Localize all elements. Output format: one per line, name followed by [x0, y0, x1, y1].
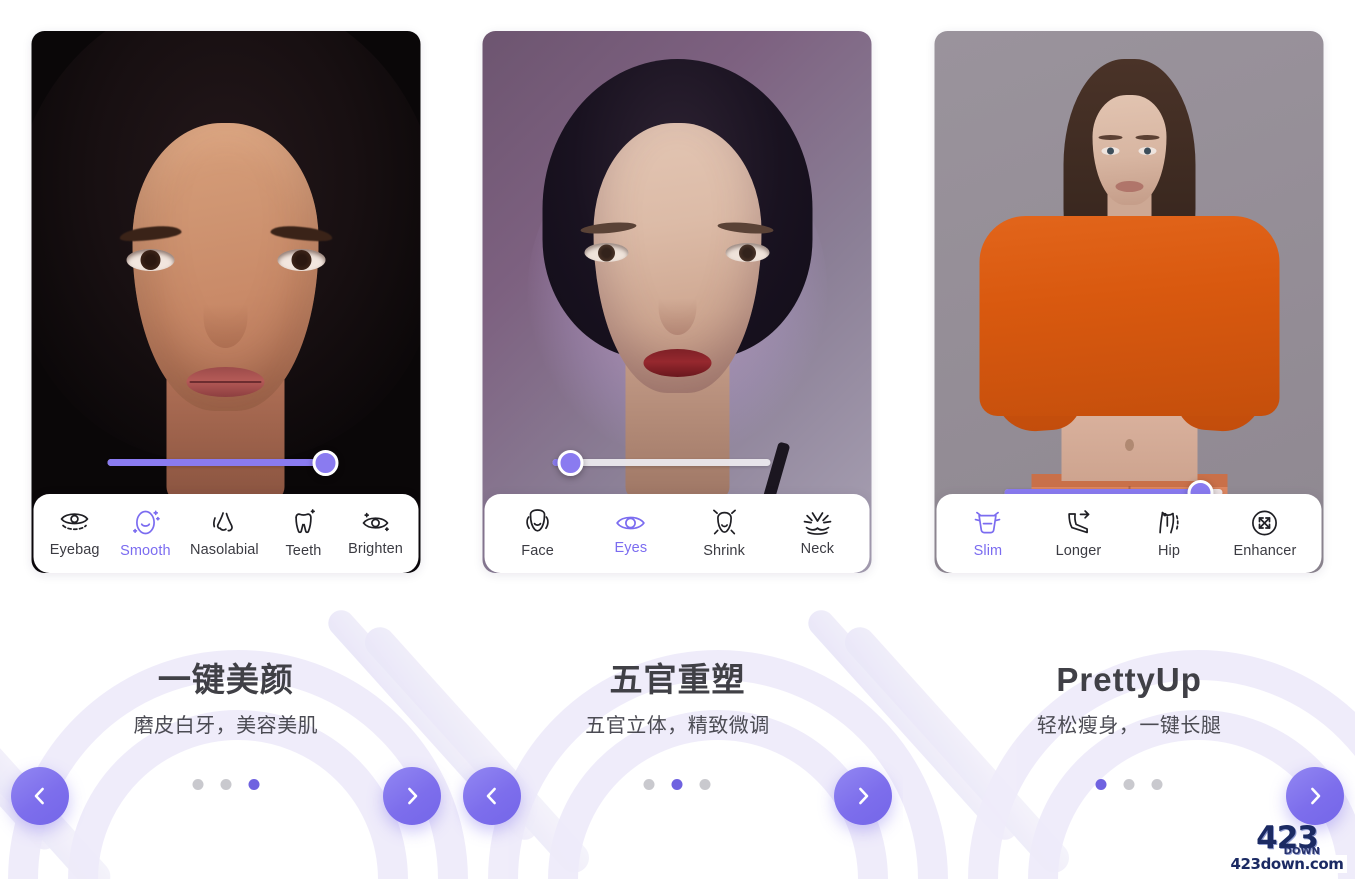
tool-face[interactable]: Face	[512, 508, 564, 559]
tool-slim[interactable]: Slim	[962, 508, 1014, 559]
carousel-dot-1[interactable]	[192, 779, 204, 790]
caption-subtitle: 轻松瘦身，一键长腿	[1036, 714, 1222, 737]
panel-one-tap-beauty: Eyebag Smooth Nasolabial Teeth Brighten …	[0, 0, 452, 879]
caption-title: 五官重塑	[609, 661, 746, 698]
tool-eyebag[interactable]: Eyebag	[49, 509, 101, 558]
panel-content: Slim Longer Hip Enhancer PrettyUp 轻松瘦身，一键长…	[933, 0, 1326, 879]
panel-content: Face Eyes Shrink Neck 五官重塑五官立体，精致微调	[481, 0, 874, 879]
smooth-icon	[128, 508, 162, 538]
panel-carousel: Eyebag Smooth Nasolabial Teeth Brighten …	[0, 0, 1355, 879]
tool-toolbar: Eyebag Smooth Nasolabial Teeth Brighten	[33, 494, 419, 573]
intensity-slider[interactable]	[552, 449, 771, 476]
next-arrow-button[interactable]	[1285, 767, 1344, 825]
carousel-dot-3[interactable]	[1151, 779, 1163, 790]
chevron-right-icon	[859, 787, 869, 805]
tool-label: Hip	[1157, 543, 1180, 559]
tool-toolbar: Face Eyes Shrink Neck	[484, 494, 870, 573]
tool-label: Longer	[1055, 543, 1102, 559]
prev-arrow-button[interactable]	[11, 767, 69, 825]
carousel-dot-2[interactable]	[220, 779, 232, 790]
tool-neck[interactable]: Neck	[791, 510, 843, 557]
teeth-icon	[288, 508, 318, 538]
carousel-dot-1[interactable]	[1095, 779, 1107, 790]
next-arrow-button[interactable]	[834, 767, 893, 825]
tool-smooth[interactable]: Smooth	[119, 508, 171, 559]
tool-label: Smooth	[120, 543, 171, 559]
tool-brighten[interactable]: Brighten	[348, 510, 403, 557]
slider-fill	[107, 459, 326, 466]
eyes-icon	[614, 511, 648, 535]
longer-icon	[1062, 508, 1094, 538]
tool-longer[interactable]: Longer	[1052, 508, 1104, 559]
preview-card: Face Eyes Shrink Neck	[482, 31, 872, 573]
carousel-dot-2[interactable]	[671, 779, 683, 790]
tool-label: Nasolabial	[190, 542, 259, 558]
tool-hip[interactable]: Hip	[1143, 508, 1195, 559]
tool-label: Teeth	[285, 543, 322, 559]
brighten-icon	[359, 510, 393, 536]
hip-icon	[1153, 508, 1185, 538]
panel-prettyup: Slim Longer Hip Enhancer PrettyUp 轻松瘦身，一键长…	[903, 0, 1355, 879]
intensity-slider[interactable]	[107, 449, 339, 476]
tool-label: Slim	[973, 543, 1003, 559]
neck-icon	[800, 510, 834, 536]
tool-label: Eyes	[614, 540, 648, 556]
panel-content: Eyebag Smooth Nasolabial Teeth Brighten …	[29, 0, 422, 879]
tool-label: Eyebag	[49, 542, 100, 558]
preview-card: Eyebag Smooth Nasolabial Teeth Brighten	[31, 31, 421, 573]
nasolabial-icon	[207, 509, 241, 537]
feature-caption: 一键美颜磨皮白牙，美容美肌	[29, 660, 422, 738]
chevron-right-icon	[407, 787, 417, 805]
enhancer-icon	[1250, 508, 1280, 538]
eyebag-icon	[58, 509, 92, 537]
tool-label: Neck	[800, 541, 835, 557]
face-icon	[521, 508, 555, 538]
tool-label: Enhancer	[1233, 543, 1297, 559]
tool-toolbar: Slim Longer Hip Enhancer	[936, 494, 1322, 573]
tool-teeth[interactable]: Teeth	[277, 508, 329, 559]
carousel-dot-3[interactable]	[248, 779, 260, 790]
carousel-dots	[933, 779, 1326, 790]
carousel-dots	[29, 779, 422, 790]
carousel-dots	[481, 779, 874, 790]
chevron-left-icon	[486, 787, 496, 805]
feature-caption: 五官重塑五官立体，精致微调	[481, 660, 874, 738]
caption-subtitle: 磨皮白牙，美容美肌	[133, 714, 319, 737]
next-arrow-button[interactable]	[382, 767, 441, 825]
chevron-right-icon	[1311, 787, 1321, 805]
tool-shrink[interactable]: Shrink	[698, 508, 750, 559]
caption-title: 一键美颜	[157, 661, 294, 698]
tool-enhancer[interactable]: Enhancer	[1234, 508, 1297, 559]
preview-photo	[31, 31, 421, 573]
carousel-dot-3[interactable]	[699, 779, 711, 790]
carousel-dot-2[interactable]	[1123, 779, 1135, 790]
tool-eyes[interactable]: Eyes	[605, 511, 657, 556]
slider-knob[interactable]	[557, 449, 584, 476]
caption-subtitle: 五官立体，精致微调	[585, 714, 770, 737]
carousel-dot-1[interactable]	[643, 779, 655, 790]
shrink-icon	[707, 508, 741, 538]
tool-nasolabial[interactable]: Nasolabial	[190, 509, 259, 558]
tool-label: Face	[521, 543, 554, 559]
tool-label: Shrink	[703, 543, 745, 559]
feature-caption: PrettyUp 轻松瘦身，一键长腿	[933, 660, 1326, 738]
prev-arrow-button[interactable]	[462, 767, 521, 825]
slider-knob[interactable]	[312, 449, 339, 476]
caption-title: PrettyUp	[1056, 661, 1202, 698]
chevron-left-icon	[34, 787, 44, 805]
tool-label: Brighten	[348, 541, 403, 557]
panel-facial-reshape: Face Eyes Shrink Neck 五官重塑五官立体，精致微调	[452, 0, 904, 879]
screenshot-root: Eyebag Smooth Nasolabial Teeth Brighten …	[0, 0, 1355, 879]
preview-card: Slim Longer Hip Enhancer	[934, 31, 1324, 573]
slim-icon	[972, 508, 1004, 538]
preview-photo	[482, 31, 872, 573]
